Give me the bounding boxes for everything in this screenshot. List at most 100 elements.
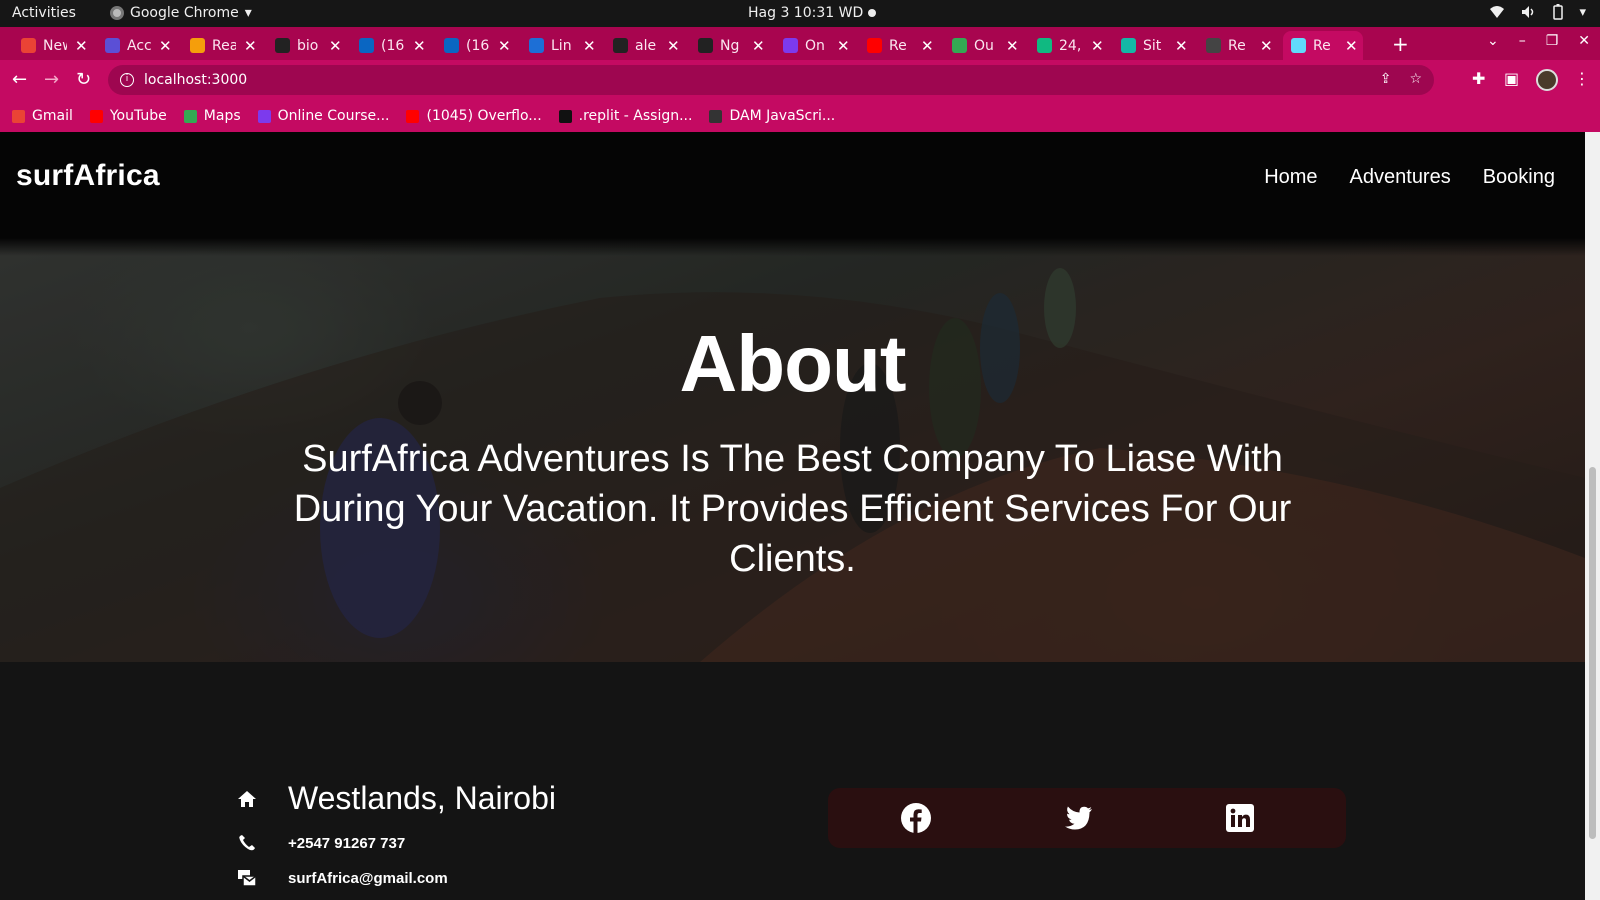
- restore-icon[interactable]: ❐: [1546, 33, 1559, 49]
- tab-search-icon[interactable]: ⌄: [1487, 33, 1499, 49]
- nav-link-adventures[interactable]: Adventures: [1350, 166, 1451, 189]
- browser-tab[interactable]: Ou ✕: [944, 31, 1024, 60]
- bookmark-item[interactable]: DAM JavaScri...: [709, 108, 835, 124]
- wifi-icon: [1490, 6, 1505, 18]
- tab-close-icon[interactable]: ✕: [244, 37, 257, 55]
- bookmark-favicon-icon: [709, 109, 723, 123]
- browser-tab[interactable]: On ✕: [775, 31, 855, 60]
- tab-close-icon[interactable]: ✕: [329, 37, 342, 55]
- bookmark-star-icon[interactable]: ☆: [1409, 71, 1422, 87]
- nav-link-home[interactable]: Home: [1264, 166, 1317, 189]
- profile-avatar[interactable]: [1536, 69, 1558, 91]
- phone-icon: [236, 832, 258, 854]
- bookmark-item[interactable]: YouTube: [89, 108, 167, 124]
- tab-title: Ou: [974, 37, 994, 54]
- contact-address: Westlands, Nairobi: [236, 780, 556, 817]
- bookmark-item[interactable]: Maps: [183, 108, 241, 124]
- site-info-icon[interactable]: i: [120, 73, 134, 87]
- contact-phone: +2547 91267 737: [236, 832, 405, 854]
- browser-tab[interactable]: New ✕: [13, 31, 93, 60]
- page-scrollbar[interactable]: [1585, 132, 1600, 900]
- back-icon[interactable]: ←: [12, 69, 27, 90]
- site-logo[interactable]: surfAfrica: [16, 159, 160, 193]
- address-bar[interactable]: i localhost:3000 ⇪ ☆: [108, 65, 1434, 95]
- new-tab-button[interactable]: +: [1392, 32, 1409, 56]
- tab-title: Re: [889, 37, 907, 54]
- hero-title: About: [679, 319, 906, 408]
- bookmark-favicon-icon: [257, 109, 271, 123]
- tab-title: (16: [381, 37, 405, 54]
- power-menu-chevron-icon: ▾: [1579, 4, 1586, 20]
- browser-tab[interactable]: bio ✕: [267, 31, 347, 60]
- bookmark-label: Maps: [203, 108, 241, 124]
- bookmark-label: .replit - Assign...: [578, 108, 693, 124]
- tab-close-icon[interactable]: ✕: [667, 37, 680, 55]
- bookmark-item[interactable]: Gmail: [12, 108, 73, 124]
- tab-close-icon[interactable]: ✕: [1091, 37, 1104, 55]
- browser-tab[interactable]: Re ✕: [1283, 31, 1363, 60]
- bookmark-label: Gmail: [32, 108, 73, 124]
- browser-tab[interactable]: Acc ✕: [97, 31, 177, 60]
- tab-title: bio: [297, 37, 319, 54]
- app-menu[interactable]: Google Chrome ▾: [110, 5, 252, 21]
- tab-favicon-icon: [444, 38, 459, 53]
- tab-close-icon[interactable]: ✕: [752, 37, 765, 55]
- browser-tab[interactable]: Lin ✕: [521, 31, 601, 60]
- tab-title: ale: [635, 37, 657, 54]
- forward-icon[interactable]: →: [44, 69, 59, 90]
- bookmark-item[interactable]: .replit - Assign...: [558, 108, 693, 124]
- tab-title: On: [805, 37, 825, 54]
- browser-tab[interactable]: Ng ✕: [690, 31, 770, 60]
- system-top-bar: Activities Google Chrome ▾ Hag 3 10:31 W…: [0, 0, 1600, 27]
- tab-title: Sit: [1143, 37, 1162, 54]
- reload-icon[interactable]: ↻: [76, 69, 91, 90]
- tab-close-icon[interactable]: ✕: [837, 37, 850, 55]
- tab-close-icon[interactable]: ✕: [1260, 37, 1273, 55]
- browser-tab[interactable]: (16 ✕: [436, 31, 516, 60]
- activities-button[interactable]: Activities: [12, 5, 76, 21]
- browser-tab[interactable]: Re ✕: [859, 31, 939, 60]
- about-hero: About SurfAfrica Adventures Is The Best …: [0, 238, 1585, 662]
- bookmark-item[interactable]: Online Course...: [257, 108, 389, 124]
- linkedin-icon[interactable]: [1224, 802, 1256, 834]
- tab-close-icon[interactable]: ✕: [498, 37, 511, 55]
- chrome-menu-icon[interactable]: ⋮: [1574, 69, 1590, 88]
- tab-strip: + ⌄ – ❐ ✕ New✕Acc✕Rea✕bio✕(16✕(16✕Lin✕al…: [0, 27, 1600, 60]
- browser-tab[interactable]: Rea ✕: [182, 31, 262, 60]
- clock[interactable]: Hag 3 10:31 WD: [748, 5, 863, 21]
- extensions-icon[interactable]: ✚: [1472, 69, 1485, 88]
- close-window-icon[interactable]: ✕: [1578, 33, 1590, 49]
- window-controls: ⌄ – ❐ ✕: [1487, 33, 1590, 49]
- tab-close-icon[interactable]: ✕: [1345, 37, 1358, 55]
- side-panel-icon[interactable]: ▣: [1504, 69, 1519, 88]
- tab-close-icon[interactable]: ✕: [75, 37, 88, 55]
- nav-link-booking[interactable]: Booking: [1483, 166, 1555, 189]
- tab-close-icon[interactable]: ✕: [413, 37, 426, 55]
- chrome-icon: [110, 6, 124, 20]
- system-tray[interactable]: ▾: [1489, 4, 1586, 20]
- minimize-icon[interactable]: –: [1519, 33, 1526, 49]
- twitter-icon[interactable]: [1062, 802, 1094, 834]
- browser-tab[interactable]: (16 ✕: [351, 31, 431, 60]
- tab-close-icon[interactable]: ✕: [921, 37, 934, 55]
- volume-icon: [1522, 6, 1534, 18]
- browser-tab[interactable]: Sit ✕: [1113, 31, 1193, 60]
- tab-close-icon[interactable]: ✕: [1006, 37, 1019, 55]
- tab-close-icon[interactable]: ✕: [159, 37, 172, 55]
- tab-title: Lin: [551, 37, 572, 54]
- tab-close-icon[interactable]: ✕: [1175, 37, 1188, 55]
- tab-close-icon[interactable]: ✕: [583, 37, 596, 55]
- browser-tab[interactable]: 24, ✕: [1029, 31, 1109, 60]
- email-text[interactable]: surfAfrica@gmail.com: [288, 870, 448, 887]
- share-icon[interactable]: ⇪: [1380, 71, 1392, 87]
- address-text[interactable]: localhost:3000: [144, 72, 247, 88]
- facebook-icon[interactable]: [900, 802, 932, 834]
- phone-text: +2547 91267 737: [288, 834, 406, 852]
- scrollbar-thumb[interactable]: [1589, 467, 1596, 839]
- bookmark-label: DAM JavaScri...: [729, 108, 836, 124]
- browser-tab[interactable]: ale ✕: [605, 31, 685, 60]
- browser-toolbar: ← → ↻ i localhost:3000 ⇪ ☆ ✚ ▣ ⋮: [0, 60, 1600, 100]
- bookmark-item[interactable]: (1045) Overflo...: [406, 108, 542, 124]
- browser-tab[interactable]: Re ✕: [1198, 31, 1278, 60]
- tab-favicon-icon: [698, 38, 713, 53]
